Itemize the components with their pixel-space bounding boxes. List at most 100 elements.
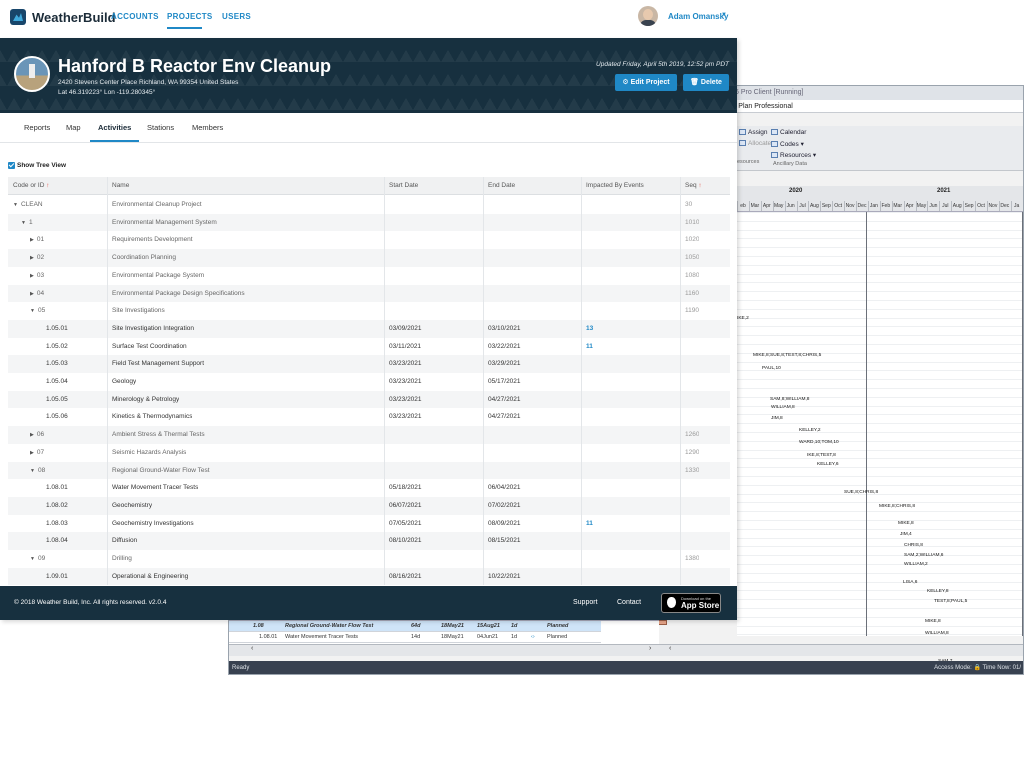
table-row[interactable]: 1.05.04 Geology 03/23/2021 05/17/2021 (8, 373, 730, 391)
chevron-down-icon[interactable]: ▼ (721, 12, 727, 18)
table-row[interactable]: ▶ 04 Environmental Package Design Specific… (8, 284, 730, 304)
table-row[interactable]: ▼ 09 Drilling 1380 (8, 550, 730, 568)
expand-caret-icon[interactable]: ▼ (21, 215, 26, 233)
ribbon-codes[interactable]: Codes ▾ (771, 140, 804, 148)
cell-name: Geochemistry Investigations (112, 519, 194, 527)
collapse-caret-icon[interactable]: ▶ (30, 445, 34, 463)
sort-arrow-icon: ↑ (46, 182, 50, 189)
tab-members[interactable]: Members (192, 123, 223, 132)
checkbox-checked-icon[interactable] (8, 162, 15, 169)
link-icon: ‹› (531, 634, 535, 640)
table-row[interactable]: ▶ 02 Coordination Planning 1050 (8, 249, 730, 267)
table-row[interactable]: 1.05.05 Minerology & Petrology 03/23/2021 0… (8, 390, 730, 409)
project-updated: Updated Friday, April 5th 2019, 12:52 pm… (596, 61, 729, 68)
cell-name: Field Test Management Support (112, 360, 205, 368)
tab-map[interactable]: Map (66, 123, 81, 132)
cell-code: 1.05.03 (46, 360, 68, 368)
table-row[interactable]: ▼ 08 Regional Ground-Water Flow Test 1330 (8, 461, 730, 481)
collapse-caret-icon[interactable]: ▶ (30, 268, 34, 286)
nav-projects[interactable]: PROJECTS (167, 12, 213, 21)
ribbon-allocate[interactable]: Allocate (739, 140, 771, 147)
avatar[interactable] (638, 6, 658, 26)
table-row[interactable]: ▼ 1 Environmental Management System 1010 (8, 213, 730, 233)
gantt-gridline (737, 379, 1023, 381)
expand-caret-icon[interactable]: ▼ (30, 463, 35, 481)
col-code[interactable]: Code or ID ↑ (8, 177, 50, 195)
scroll-right-icon[interactable]: › (649, 645, 651, 652)
col-seq[interactable]: Seq ↑ (680, 177, 702, 195)
cell-name: Site Investigation Integration (112, 324, 195, 332)
gantt-gridline (737, 326, 1023, 328)
tab-stations[interactable]: Stations (147, 123, 174, 132)
grid-row[interactable]: 1.08.01 Water Movement Tracer Tests 14d … (229, 632, 601, 643)
column-divider (581, 177, 582, 586)
p6-activity-grid: 1.08 Regional Ground-Water Flow Test 64d… (229, 620, 659, 644)
cell-events[interactable]: 11 (586, 515, 593, 533)
table-header: Code or ID ↑ Name Start Date End Date Im… (8, 177, 730, 195)
col-start[interactable]: Start Date (384, 177, 418, 195)
gantt-gridline (737, 247, 1023, 249)
expand-caret-icon[interactable]: ▼ (30, 303, 35, 321)
gantt-gridline (737, 467, 1023, 469)
month-label: Oct (832, 201, 843, 211)
cell-name: Seismic Hazards Analysis (112, 448, 187, 456)
table-row[interactable]: ▶ 03 Environmental Package System 1080 (8, 267, 730, 285)
gantt-gridline (737, 546, 1023, 548)
show-tree-view-checkbox[interactable]: Show Tree View (8, 162, 66, 169)
collapse-caret-icon[interactable]: ▶ (30, 250, 34, 268)
col-end[interactable]: End Date (483, 177, 515, 195)
contact-link[interactable]: Contact (617, 599, 641, 606)
nav-accounts[interactable]: ACCOUNTS (111, 12, 159, 21)
gantt-gridline (737, 229, 1023, 231)
scroll-left-icon[interactable]: ‹ (251, 645, 253, 652)
assign-icon (739, 129, 746, 136)
year-2021: 2021 (937, 188, 951, 194)
table-row[interactable]: 1.05.02 Surface Test Coordination 03/11/20… (8, 338, 730, 356)
edit-project-button[interactable]: ⚙ Edit Project (615, 74, 677, 91)
tab-reports[interactable]: Reports (24, 123, 50, 132)
cell-seq: 1380 (685, 555, 700, 562)
tab-activities[interactable]: Activities (98, 123, 131, 132)
table-row[interactable]: ▼ 05 Site Investigations 1190 (8, 302, 730, 320)
col-name[interactable]: Name (107, 177, 129, 195)
collapse-caret-icon[interactable]: ▶ (30, 286, 34, 304)
cell-code: ▶ 01 (30, 231, 44, 250)
table-row[interactable]: ▶ 06 Ambient Stress & Thermal Tests 1260 (8, 426, 730, 444)
project-address: 2420 Stevens Center Place Richland, WA 9… (58, 79, 239, 86)
nav-users[interactable]: USERS (222, 12, 251, 21)
table-row[interactable]: 1.08.03 Geochemistry Investigations 07/05/… (8, 515, 730, 533)
expand-caret-icon[interactable]: ▼ (30, 551, 35, 569)
ribbon-assign[interactable]: Assign (739, 129, 768, 136)
app-store-badge[interactable]: Download on the App Store (661, 593, 721, 613)
user-menu[interactable]: Adam Omansky (668, 12, 728, 21)
cell-code: 1.09.01 (46, 572, 68, 580)
grid-row[interactable]: 1.08 Regional Ground-Water Flow Test 64d… (229, 621, 601, 632)
logo-text[interactable]: WeatherBuild (32, 10, 116, 25)
table-row[interactable]: ▶ 07 Seismic Hazards Analysis 1290 (8, 444, 730, 462)
expand-caret-icon[interactable]: ▼ (13, 197, 18, 215)
delete-button[interactable]: 🗑 Delete (683, 74, 729, 91)
cell-events[interactable]: 11 (586, 338, 593, 356)
table-row[interactable]: 1.05.01 Site Investigation Integration 03/… (8, 319, 730, 338)
table-row[interactable]: 1.08.04 Diffusion 08/10/2021 08/15/2021 (8, 532, 730, 550)
collapse-caret-icon[interactable]: ▶ (30, 232, 34, 250)
table-row[interactable]: ▶ 01 Requirements Development 1020 (8, 231, 730, 249)
gantt-chart[interactable]: IKE,2 MIKE,8;SUE,8;TEST,8;CHRIS,5 PAUL,10 S… (229, 212, 1023, 674)
gantt-scroll-left-icon[interactable]: ‹ (669, 645, 671, 652)
p6-horizontal-scrollbar[interactable]: ‹ › ‹ (229, 644, 1023, 656)
table-row[interactable]: 1.05.06 Kinetics & Thermodynamics 03/23/20… (8, 408, 730, 426)
support-link[interactable]: Support (573, 599, 598, 606)
table-row[interactable]: 1.08.01 Water Movement Tracer Tests 05/18/… (8, 479, 730, 497)
gantt-gridline (737, 432, 1023, 433)
table-row[interactable]: 1.08.02 Geochemistry 06/07/2021 07/02/2021 (8, 496, 730, 515)
ribbon-resources[interactable]: Resources ▾ (771, 151, 816, 159)
ribbon-calendar[interactable]: Calendar (771, 129, 806, 136)
table-row[interactable]: ▼ CLEAN Environmental Cleanup Project 30 (8, 196, 730, 214)
cell-events[interactable]: 13 (586, 320, 593, 338)
col-events[interactable]: Impacted By Events (581, 177, 644, 195)
table-row[interactable]: 1.05.03 Field Test Management Support 03/2… (8, 355, 730, 373)
gantt-gridline (737, 634, 1023, 636)
collapse-caret-icon[interactable]: ▶ (30, 427, 34, 445)
weatherbuild-logo-icon[interactable] (10, 9, 26, 25)
table-row[interactable]: 1.09.01 Operational & Engineering 08/16/20… (8, 567, 730, 586)
